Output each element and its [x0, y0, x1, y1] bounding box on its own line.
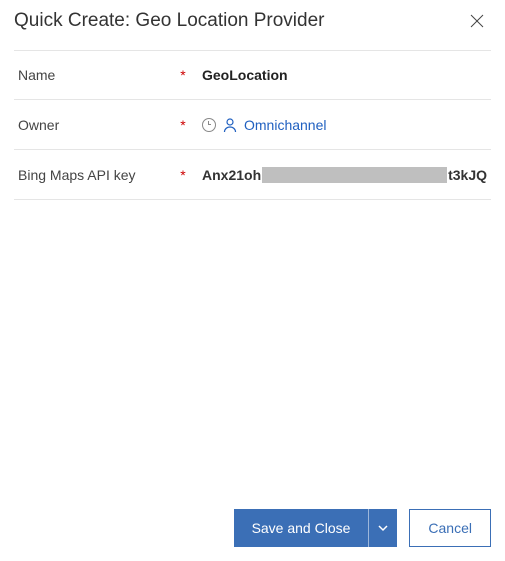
person-icon — [222, 117, 238, 133]
required-indicator: * — [176, 167, 190, 183]
required-indicator: * — [176, 67, 190, 83]
owner-label: Owner — [18, 117, 176, 133]
apikey-input[interactable]: Anx21oh t3kJQ — [202, 167, 487, 183]
field-name: Name * — [14, 50, 491, 100]
field-owner: Owner * Omnichannel — [14, 100, 491, 150]
apikey-prefix: Anx21oh — [202, 167, 261, 183]
footer: Save and Close Cancel — [234, 509, 491, 547]
required-indicator: * — [176, 117, 190, 133]
owner-lookup[interactable]: Omnichannel — [244, 117, 327, 133]
apikey-redacted — [262, 167, 447, 183]
name-input[interactable] — [202, 67, 487, 83]
cancel-button[interactable]: Cancel — [409, 509, 491, 547]
form: Name * Owner * Omnichannel Bing Maps API… — [0, 50, 505, 200]
close-icon[interactable] — [467, 11, 487, 31]
field-apikey: Bing Maps API key * Anx21oh t3kJQ — [14, 150, 491, 200]
apikey-suffix: t3kJQ — [448, 167, 487, 183]
save-close-dropdown[interactable] — [368, 509, 397, 547]
apikey-label: Bing Maps API key — [18, 167, 176, 183]
name-label: Name — [18, 67, 176, 83]
save-close-split-button: Save and Close — [234, 509, 398, 547]
page-title: Quick Create: Geo Location Provider — [14, 10, 467, 32]
clock-icon — [202, 118, 216, 132]
save-close-button[interactable]: Save and Close — [234, 509, 369, 547]
